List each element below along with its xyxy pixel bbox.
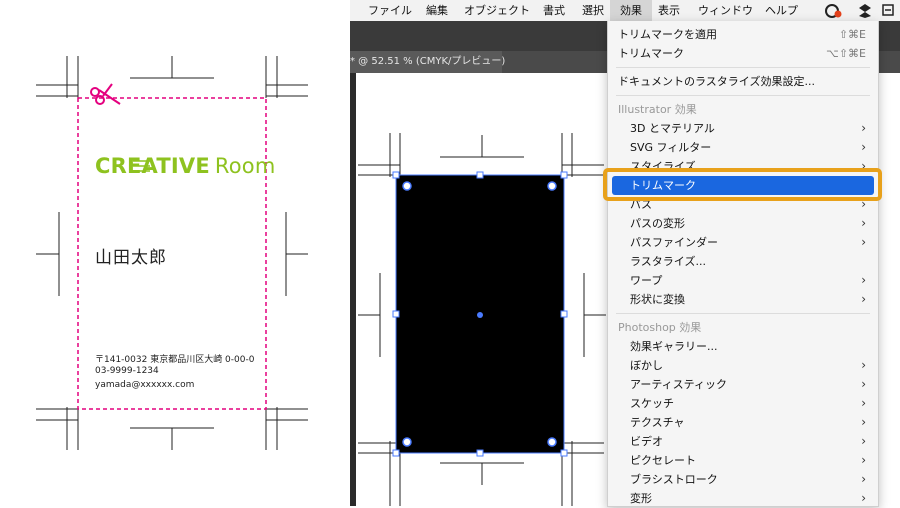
menu-section-illustrator: Illustrator 効果 bbox=[608, 100, 878, 119]
menu-section-label: Photoshop 効果 bbox=[618, 321, 702, 334]
card-trim-marks bbox=[36, 56, 308, 450]
menu-item-convert-to-shape[interactable]: 形状に変換 › bbox=[608, 290, 878, 309]
menu-item-warp[interactable]: ワープ › bbox=[608, 271, 878, 290]
submenu-arrow-icon: › bbox=[861, 121, 866, 135]
card-phone: 03-9999-1234 bbox=[95, 366, 159, 376]
menu-item-label: ドキュメントのラスタライズ効果設定... bbox=[618, 75, 815, 88]
brand-logo-light: Room bbox=[214, 154, 276, 178]
menu-bar: ファイル 編集 オブジェクト 書式 選択 効果 表示 ウィンドウ ヘルプ bbox=[350, 0, 900, 22]
menu-select[interactable]: 選択 bbox=[582, 0, 604, 21]
submenu-arrow-icon: › bbox=[861, 140, 866, 154]
menu-item-pixelate[interactable]: ピクセレート › bbox=[608, 451, 878, 470]
card-address: 〒141-0032 東京都品川区大崎 0-00-0 bbox=[95, 355, 255, 365]
card-person-name: 山田太郎 bbox=[95, 248, 167, 268]
menu-item-label: 3D とマテリアル bbox=[630, 122, 715, 135]
menu-item-svg-filters[interactable]: SVG フィルター › bbox=[608, 138, 878, 157]
submenu-arrow-icon: › bbox=[861, 396, 866, 410]
submenu-arrow-icon: › bbox=[861, 415, 866, 429]
menu-item-label: ぼかし bbox=[630, 359, 663, 372]
submenu-arrow-icon: › bbox=[861, 235, 866, 249]
menu-item-document-raster-settings[interactable]: ドキュメントのラスタライズ効果設定... bbox=[608, 72, 878, 91]
menu-file[interactable]: ファイル bbox=[368, 0, 412, 21]
menu-item-label: トリムマークを適用 bbox=[618, 28, 717, 41]
menu-item-label: トリムマーク bbox=[618, 47, 684, 60]
business-card-preview: CREATIVE Room 山田太郎 〒141-0032 東京都品川区大崎 0-0… bbox=[0, 0, 350, 506]
menu-section-photoshop: Photoshop 効果 bbox=[608, 318, 878, 337]
menu-help[interactable]: ヘルプ bbox=[765, 0, 798, 21]
submenu-arrow-icon: › bbox=[861, 434, 866, 448]
menu-item-label: 変形 bbox=[630, 492, 652, 505]
submenu-arrow-icon: › bbox=[861, 273, 866, 287]
menu-item-brush-strokes[interactable]: ブラシストローク › bbox=[608, 470, 878, 489]
dropbox-icon[interactable] bbox=[857, 2, 873, 19]
menu-separator bbox=[616, 95, 870, 96]
submenu-arrow-icon: › bbox=[861, 472, 866, 486]
menu-window[interactable]: ウィンドウ bbox=[698, 0, 753, 21]
creative-cloud-icon[interactable] bbox=[824, 2, 844, 19]
menu-item-label: ラスタライズ... bbox=[630, 255, 706, 268]
callout-highlight-box bbox=[603, 168, 882, 201]
menu-item-label: ビデオ bbox=[630, 435, 663, 448]
menu-item-distort[interactable]: 変形 › bbox=[608, 489, 878, 508]
menu-item-label: 形状に変換 bbox=[630, 293, 685, 306]
scissors-icon bbox=[90, 83, 121, 105]
menu-item-label: パスの変形 bbox=[630, 217, 685, 230]
menu-view[interactable]: 表示 bbox=[658, 0, 680, 21]
menu-separator bbox=[616, 67, 870, 68]
menu-effect[interactable]: 効果 bbox=[610, 0, 652, 21]
effect-menu-dropdown: トリムマークを適用 ⇧⌘E トリムマーク ⌥⇧⌘E ドキュメントのラスタライズ効… bbox=[607, 21, 879, 507]
menu-item-shortcut: ⌥⇧⌘E bbox=[826, 47, 866, 60]
menu-item-blur[interactable]: ぼかし › bbox=[608, 356, 878, 375]
menu-item-label: ピクセレート bbox=[630, 454, 696, 467]
menu-item-texture[interactable]: テクスチャ › bbox=[608, 413, 878, 432]
submenu-arrow-icon: › bbox=[861, 292, 866, 306]
menu-item-video[interactable]: ビデオ › bbox=[608, 432, 878, 451]
menu-item-sketch[interactable]: スケッチ › bbox=[608, 394, 878, 413]
menu-item-artistic[interactable]: アーティスティック › bbox=[608, 375, 878, 394]
share-menu-icon[interactable] bbox=[880, 2, 896, 19]
menu-item-label: ワープ bbox=[630, 274, 663, 287]
menu-item-label: パスファインダー bbox=[630, 236, 718, 249]
submenu-arrow-icon: › bbox=[861, 377, 866, 391]
submenu-arrow-icon: › bbox=[861, 358, 866, 372]
menu-object[interactable]: オブジェクト bbox=[464, 0, 530, 21]
submenu-arrow-icon: › bbox=[861, 453, 866, 467]
menu-item-trim-marks-last[interactable]: トリムマーク ⌥⇧⌘E bbox=[608, 44, 878, 63]
menu-item-label: 効果ギャラリー... bbox=[630, 340, 718, 353]
menu-item-label: アーティスティック bbox=[630, 378, 728, 391]
submenu-arrow-icon: › bbox=[861, 216, 866, 230]
menu-item-shortcut: ⇧⌘E bbox=[838, 28, 866, 41]
menu-item-pathfinder[interactable]: パスファインダー › bbox=[608, 233, 878, 252]
menu-item-label: SVG フィルター bbox=[630, 141, 712, 154]
brand-logo: CREATIVE Room bbox=[95, 154, 276, 178]
card-email: yamada@xxxxxx.com bbox=[95, 380, 195, 390]
menu-item-label: ブラシストローク bbox=[630, 473, 718, 486]
menu-item-label: スケッチ bbox=[630, 397, 674, 410]
menu-type[interactable]: 書式 bbox=[543, 0, 565, 21]
menu-item-distort-transform[interactable]: パスの変形 › bbox=[608, 214, 878, 233]
menu-section-label: Illustrator 効果 bbox=[618, 103, 697, 116]
submenu-arrow-icon: › bbox=[861, 491, 866, 505]
menu-item-rasterize[interactable]: ラスタライズ... bbox=[608, 252, 878, 271]
menu-edit[interactable]: 編集 bbox=[426, 0, 448, 21]
menu-item-label: テクスチャ bbox=[630, 416, 685, 429]
document-tab[interactable]: * @ 52.51 % (CMYK/プレビュー) bbox=[350, 51, 505, 73]
menu-item-3d-materials[interactable]: 3D とマテリアル › bbox=[608, 119, 878, 138]
menu-separator bbox=[616, 313, 870, 314]
brand-logo-bold: CREATIVE bbox=[95, 154, 210, 178]
menu-item-effect-gallery[interactable]: 効果ギャラリー... bbox=[608, 337, 878, 356]
menu-item-apply-trim-marks[interactable]: トリムマークを適用 ⇧⌘E bbox=[608, 25, 878, 44]
